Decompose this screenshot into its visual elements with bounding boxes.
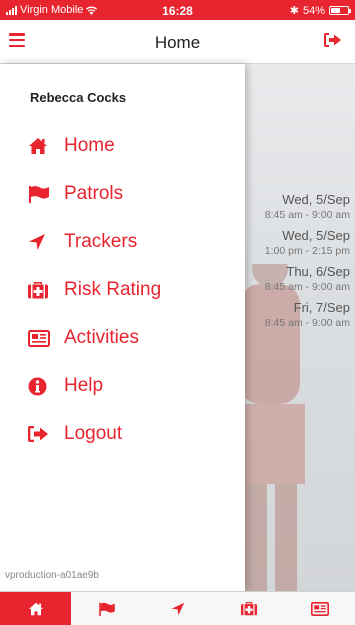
info-circle-icon — [28, 377, 52, 396]
drawer-menu: Home Patrols Trackers Risk Rating Activi… — [28, 122, 161, 458]
medkit-icon — [28, 281, 52, 299]
list-item[interactable]: Wed, 5/Sep 1:00 pm - 2:15 pm — [265, 228, 350, 258]
app-version: vproduction-a01ae9b — [5, 570, 99, 581]
drawer-item-activities[interactable]: Activities — [28, 314, 161, 362]
tab-risk-rating[interactable] — [213, 592, 284, 625]
user-name: Rebecca Cocks — [30, 90, 127, 105]
drawer-item-risk-rating[interactable]: Risk Rating — [28, 266, 161, 314]
drawer-item-label: Help — [64, 375, 104, 396]
newspaper-icon — [310, 601, 329, 616]
patrol-list: Wed, 5/Sep 8:45 am - 9:00 am Wed, 5/Sep … — [265, 192, 350, 336]
status-bar: Virgin Mobile 16:28 ✱ 54% — [0, 0, 355, 20]
drawer-item-label: Activities — [64, 327, 139, 348]
tab-home[interactable] — [0, 592, 71, 625]
sign-out-icon[interactable] — [324, 33, 341, 47]
drawer-item-logout[interactable]: Logout — [28, 410, 161, 458]
tab-patrols[interactable] — [71, 592, 142, 625]
drawer-item-help[interactable]: Help — [28, 362, 161, 410]
tab-activities[interactable] — [284, 592, 355, 625]
home-icon — [28, 137, 52, 155]
battery-percent: 54% — [302, 4, 325, 17]
drawer-item-label: Patrols — [64, 183, 124, 204]
list-item[interactable]: Thu, 6/Sep 8:45 am - 9:00 am — [265, 264, 350, 294]
patrol-date: Wed, 5/Sep — [282, 228, 350, 243]
drawer-item-label: Trackers — [64, 231, 138, 252]
patrol-date: Wed, 5/Sep — [282, 192, 350, 207]
patrol-time: 8:45 am - 9:00 am — [264, 281, 350, 293]
battery-fill — [331, 8, 340, 13]
patrol-time: 8:45 am - 9:00 am — [264, 209, 350, 221]
list-item[interactable]: Wed, 5/Sep 8:45 am - 9:00 am — [265, 192, 350, 222]
battery-area: ✱ 54% — [289, 4, 351, 17]
page-title: Home — [154, 33, 201, 52]
drawer-item-trackers[interactable]: Trackers — [28, 218, 161, 266]
flag-icon — [28, 185, 52, 203]
tab-trackers[interactable] — [142, 592, 213, 625]
medkit-icon — [240, 602, 257, 616]
newspaper-icon — [28, 329, 52, 347]
drawer-item-patrols[interactable]: Patrols — [28, 170, 161, 218]
patrol-date: Thu, 6/Sep — [286, 264, 350, 279]
patrol-time: 1:00 pm - 2:15 pm — [264, 245, 350, 257]
home-icon — [28, 602, 43, 615]
drawer-item-label: Home — [64, 135, 115, 156]
navigation-drawer: Rebecca Cocks Home Patrols Trackers Risk… — [0, 64, 245, 591]
flag-icon — [98, 602, 115, 616]
drawer-item-label: Logout — [64, 423, 123, 444]
location-arrow-icon — [28, 233, 52, 251]
sign-out-icon — [28, 426, 52, 442]
list-item[interactable]: Fri, 7/Sep 8:45 am - 9:00 am — [265, 300, 350, 330]
battery-icon — [329, 6, 351, 15]
drawer-item-label: Risk Rating — [64, 279, 162, 300]
drawer-item-home[interactable]: Home — [28, 122, 161, 170]
app-header: Home — [0, 20, 355, 64]
bluetooth-icon: ✱ — [289, 5, 299, 17]
patrol-date: Fri, 7/Sep — [293, 300, 350, 315]
patrol-time: 8:45 am - 9:00 am — [264, 317, 350, 329]
tab-bar — [0, 591, 355, 625]
location-arrow-icon — [171, 602, 184, 615]
